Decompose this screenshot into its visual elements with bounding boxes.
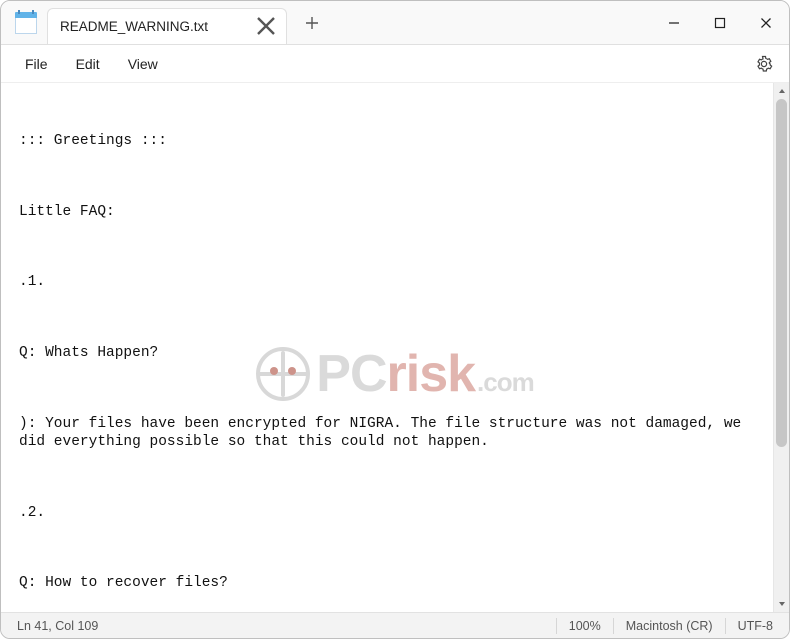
close-window-button[interactable]: [743, 1, 789, 45]
scroll-down-icon[interactable]: [774, 596, 789, 612]
text-line: ): Your files have been encrypted for NI…: [19, 415, 759, 452]
window-controls: [651, 1, 789, 45]
text-line: Q: Whats Happen?: [19, 344, 759, 363]
tab-title: README_WARNING.txt: [60, 19, 256, 34]
status-encoding: UTF-8: [730, 619, 781, 633]
scrollbar-thumb[interactable]: [776, 99, 787, 447]
menu-view[interactable]: View: [114, 52, 172, 76]
status-line-ending: Macintosh (CR): [618, 619, 721, 633]
new-tab-button[interactable]: [295, 6, 329, 40]
settings-button[interactable]: [749, 49, 779, 79]
titlebar: README_WARNING.txt: [1, 1, 789, 45]
scrollbar-track[interactable]: [774, 99, 789, 596]
gear-icon: [755, 55, 773, 73]
close-tab-icon[interactable]: [256, 16, 276, 36]
scroll-up-icon[interactable]: [774, 83, 789, 99]
file-tab[interactable]: README_WARNING.txt: [47, 8, 287, 44]
text-line: Little FAQ:: [19, 203, 759, 222]
status-position: Ln 41, Col 109: [9, 619, 106, 633]
notepad-icon: [15, 12, 37, 34]
statusbar: Ln 41, Col 109 100% Macintosh (CR) UTF-8: [1, 612, 789, 638]
text-line: .1.: [19, 273, 759, 292]
menubar: File Edit View: [1, 45, 789, 83]
notepad-window: README_WARNING.txt File Edit View: [0, 0, 790, 639]
editor-textarea[interactable]: ::: Greetings ::: Little FAQ: .1. Q: Wha…: [1, 83, 773, 612]
minimize-button[interactable]: [651, 1, 697, 45]
menu-file[interactable]: File: [11, 52, 62, 76]
text-line: .2.: [19, 504, 759, 523]
maximize-button[interactable]: [697, 1, 743, 45]
text-line: Q: How to recover files?: [19, 574, 759, 593]
menu-edit[interactable]: Edit: [62, 52, 114, 76]
status-zoom[interactable]: 100%: [561, 619, 609, 633]
text-line: ::: Greetings :::: [19, 132, 759, 151]
vertical-scrollbar[interactable]: [773, 83, 789, 612]
